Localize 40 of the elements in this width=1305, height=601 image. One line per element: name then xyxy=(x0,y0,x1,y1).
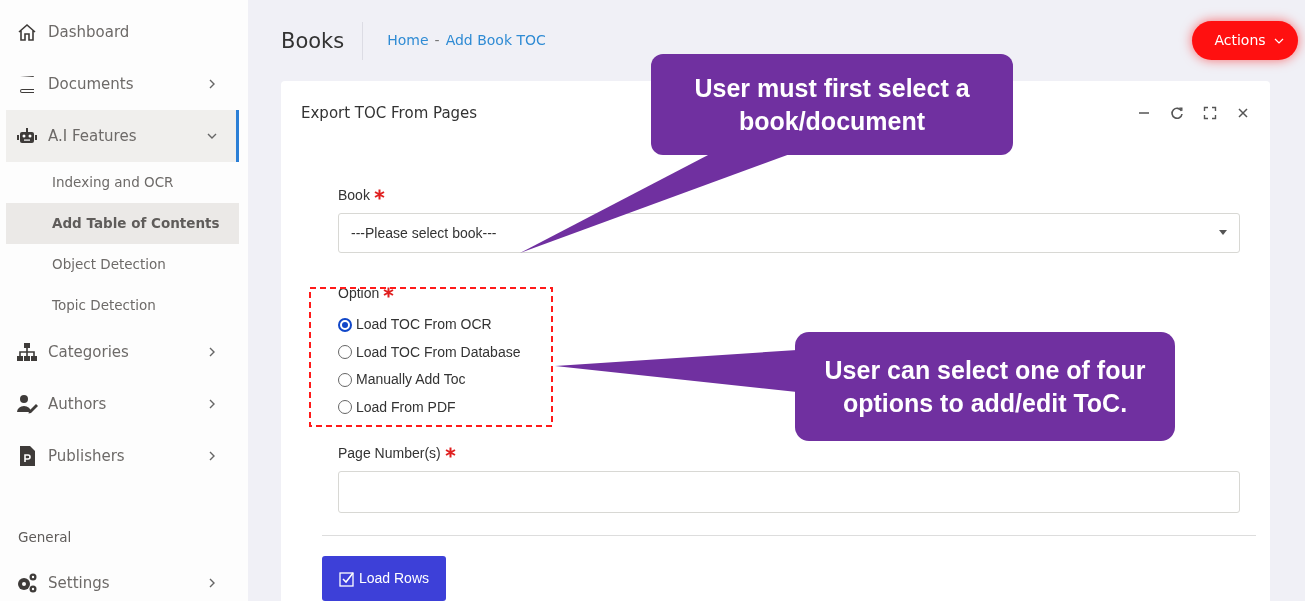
radio-option[interactable]: Manually Add Toc xyxy=(338,366,466,394)
close-icon[interactable] xyxy=(1236,106,1250,120)
load-rows-button[interactable]: Load Rows xyxy=(322,556,446,601)
section-heading: General xyxy=(18,529,72,545)
caret-icon xyxy=(1274,36,1284,46)
sidebar-subitem[interactable]: Indexing and OCR xyxy=(6,162,239,203)
fullscreen-icon[interactable] xyxy=(1203,106,1217,120)
radio-option[interactable]: Load TOC From Database xyxy=(338,338,521,366)
radio-option[interactable]: Load From PDF xyxy=(338,393,456,421)
breadcrumb-link[interactable]: Add Book TOC xyxy=(445,30,546,51)
actions-button[interactable]: Actions xyxy=(1192,21,1298,60)
checkbox-icon xyxy=(338,570,355,587)
field-label: Book xyxy=(338,186,370,205)
refresh-icon[interactable] xyxy=(1170,106,1184,120)
sidebar-item[interactable]: Categories xyxy=(6,326,239,378)
home-icon xyxy=(16,21,38,43)
sidebar-item[interactable]: Authors xyxy=(6,378,239,430)
sitemap-icon xyxy=(16,341,38,363)
sidebar-item[interactable]: Publishers xyxy=(6,430,239,482)
page-number-field[interactable] xyxy=(338,471,1240,513)
gears-icon xyxy=(16,572,38,594)
sidebar-subitem[interactable]: Add Table of Contents xyxy=(6,203,239,244)
sidebar-subitem[interactable]: Topic Detection xyxy=(6,285,239,326)
callout-text: User must first select a book/document xyxy=(693,72,971,137)
page-title: Books xyxy=(281,21,364,60)
card-title: Export TOC From Pages xyxy=(301,102,478,124)
user-edit-icon xyxy=(16,393,38,415)
sidebar-item[interactable]: Documents xyxy=(6,58,239,110)
sidebar-item[interactable]: Settings xyxy=(6,557,239,601)
sidebar-item[interactable]: Dashboard xyxy=(6,6,239,58)
sidebar-item[interactable]: A.I Features xyxy=(6,110,239,162)
book-select[interactable]: ---Please select book--- xyxy=(338,213,1240,253)
callout-text: User can select one of four options to add/edit ToC. xyxy=(823,354,1147,419)
field-label: Page Number(s) xyxy=(338,444,441,463)
breadcrumb-link[interactable]: Home xyxy=(387,30,429,51)
breadcrumb-separator: - xyxy=(434,31,440,50)
sidebar-subitem[interactable]: Object Detection xyxy=(6,244,239,285)
radio-option[interactable]: Load TOC From OCR xyxy=(338,311,492,339)
dropdown-caret-icon xyxy=(1219,230,1227,236)
field-label: Option xyxy=(338,284,380,303)
